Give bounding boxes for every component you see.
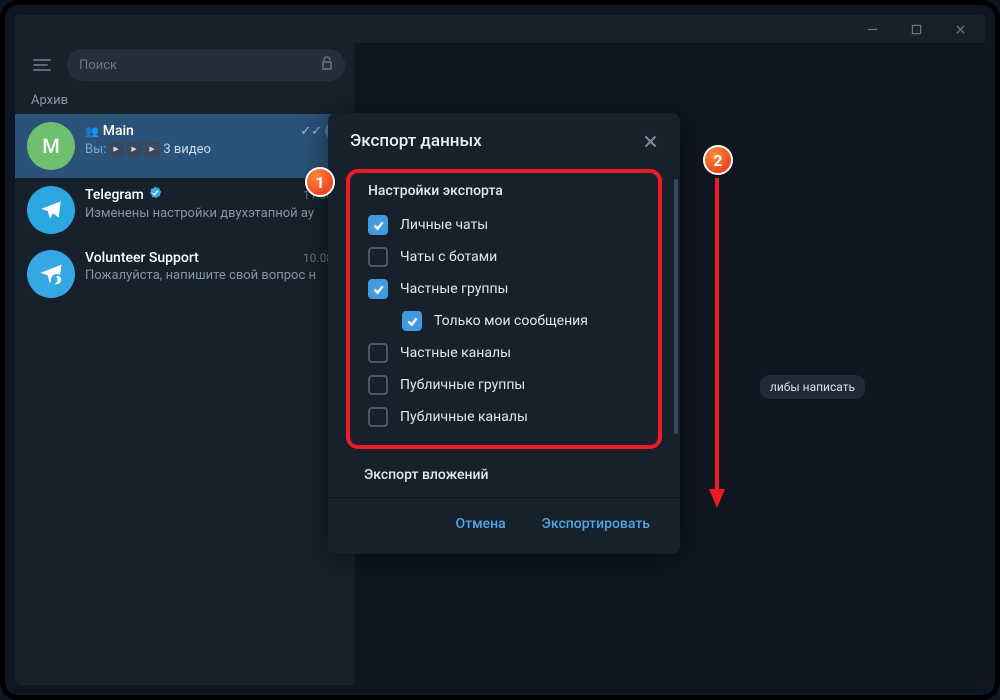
archive-title: Архив <box>15 91 355 114</box>
checkbox-unchecked-icon[interactable] <box>368 407 388 427</box>
export-button[interactable]: Экспортировать <box>528 508 664 540</box>
search-placeholder: Поиск <box>79 58 117 73</box>
checkbox-checked-icon[interactable] <box>368 215 388 235</box>
checkbox-label: Чаты с ботами <box>400 249 497 265</box>
group-icon: 👥 <box>85 125 99 138</box>
checkbox-row[interactable]: Публичные каналы <box>368 401 646 433</box>
export-dialog: Экспорт данных Настройки экспорта Личные… <box>328 113 680 554</box>
minimize-button[interactable] <box>853 17 891 41</box>
cancel-button[interactable]: Отмена <box>441 508 519 540</box>
dialog-title: Экспорт данных <box>350 131 482 151</box>
annotation-badge-1: 1 <box>305 167 335 197</box>
annotation-arrow <box>705 173 735 513</box>
titlebar <box>15 15 985 43</box>
checkbox-row[interactable]: Публичные группы <box>368 369 646 401</box>
chat-name-label: Telegram <box>85 187 144 203</box>
checkbox-checked-icon[interactable] <box>368 279 388 299</box>
avatar <box>27 250 75 298</box>
chat-item-main[interactable]: M 👥Main ✓✓1 Вы: 3 видео <box>15 114 355 178</box>
checkbox-label: Частные каналы <box>400 345 511 361</box>
chat-item-support[interactable]: Volunteer Support 10.08.2 Пожалуйста, на… <box>15 242 355 306</box>
video-thumb-icon <box>145 142 160 157</box>
checkbox-unchecked-icon[interactable] <box>368 247 388 267</box>
checkbox-label: Публичные группы <box>400 377 525 393</box>
chat-name-label: Volunteer Support <box>85 250 199 266</box>
checkbox-checked-icon[interactable] <box>402 311 422 331</box>
checkbox-label: Частные группы <box>400 281 508 297</box>
maximize-button[interactable] <box>897 17 935 41</box>
hint-badge: либы написать <box>760 375 865 399</box>
annotation-highlight-box: Настройки экспорта Личные чаты Чаты с бот… <box>346 169 662 449</box>
video-thumb-icon <box>127 142 142 157</box>
checkbox-unchecked-icon[interactable] <box>368 343 388 363</box>
checkbox-label: Личные чаты <box>400 217 488 233</box>
sidebar: Поиск Архив M 👥 Main ✓✓ 1 Вы: <box>15 43 355 685</box>
checkbox-row[interactable]: Чаты с ботами <box>368 241 646 273</box>
checkbox-row[interactable]: Только мои сообщения <box>368 305 646 337</box>
chat-preview-text: Изменены настройки двухэтапной ау <box>85 206 343 221</box>
checkbox-row[interactable]: Личные чаты <box>368 209 646 241</box>
avatar: M <box>27 122 75 170</box>
verified-icon <box>148 186 162 204</box>
close-window-button[interactable] <box>941 17 979 41</box>
avatar <box>27 186 75 234</box>
chat-name-label: Main <box>103 123 134 139</box>
chat-you-label: Вы: <box>85 142 106 157</box>
close-dialog-button[interactable] <box>638 129 662 153</box>
read-ticks-icon: ✓✓ <box>300 124 322 139</box>
lock-icon <box>321 56 333 74</box>
checkbox-label: Публичные каналы <box>400 409 528 425</box>
annotation-badge-2: 2 <box>703 145 733 175</box>
section-title: Экспорт вложений <box>332 455 676 485</box>
checkbox-row[interactable]: Частные группы <box>368 273 646 305</box>
section-title: Настройки экспорта <box>368 183 646 199</box>
chat-preview-text: 3 видео <box>163 142 211 157</box>
video-thumb-icon <box>109 142 124 157</box>
checkbox-label: Только мои сообщения <box>434 313 588 329</box>
search-input[interactable]: Поиск <box>67 49 345 81</box>
checkbox-row[interactable]: Частные каналы <box>368 337 646 369</box>
checkbox-unchecked-icon[interactable] <box>368 375 388 395</box>
menu-button[interactable] <box>25 50 59 80</box>
chat-preview-text: Пожалуйста, напишите свой вопрос н <box>85 268 343 283</box>
chat-item-telegram[interactable]: Telegram 11.08.2 Изменены настройки двух… <box>15 178 355 242</box>
dialog-scrollbar[interactable] <box>674 179 678 441</box>
